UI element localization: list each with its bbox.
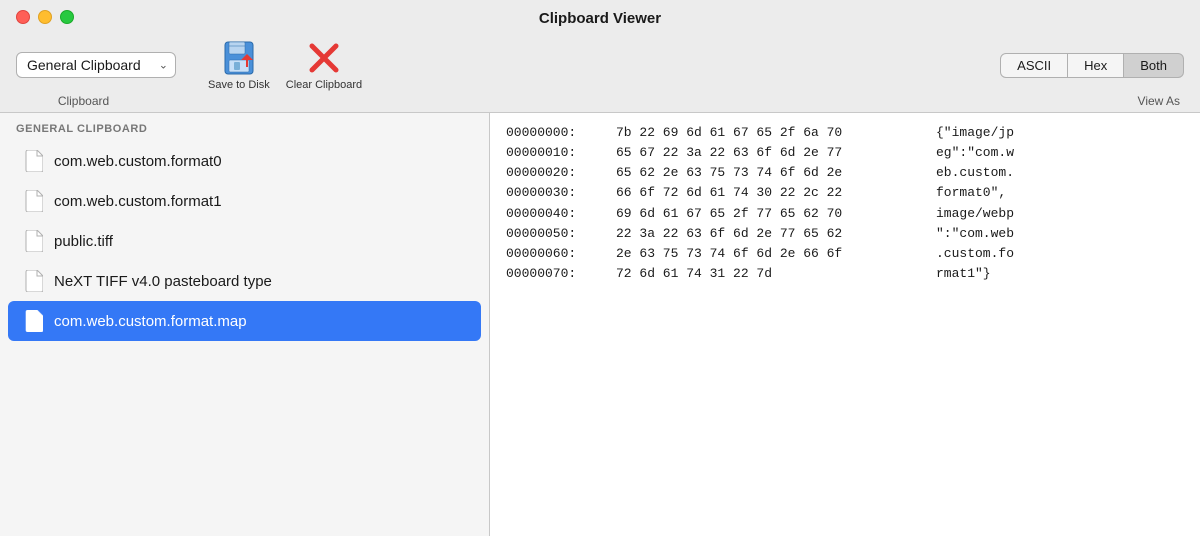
hex-addr-0: 00000000: — [506, 123, 616, 143]
hex-bytes-4: 69 6d 61 67 65 2f 77 65 62 70 — [616, 204, 936, 224]
sidebar-item-label-4: com.web.custom.format.map — [54, 313, 247, 330]
sidebar-item-label-2: public.tiff — [54, 233, 113, 250]
doc-svg-3 — [25, 270, 43, 292]
clipboard-section: General Clipboard Find Clipboard ⌄ — [16, 52, 176, 78]
hex-bytes-7: 72 6d 61 74 31 22 7d — [616, 264, 936, 284]
hex-row-4: 00000040: 69 6d 61 67 65 2f 77 65 62 70 … — [506, 204, 1184, 224]
save-to-disk-label: Save to Disk — [208, 79, 270, 91]
sidebar-item-0[interactable]: com.web.custom.format0 — [8, 141, 481, 181]
hex-bytes-2: 65 62 2e 63 75 73 74 6f 6d 2e — [616, 163, 936, 183]
clipboard-select[interactable]: General Clipboard Find Clipboard — [16, 52, 176, 78]
minimize-button[interactable] — [38, 10, 52, 24]
hex-bytes-5: 22 3a 22 63 6f 6d 2e 77 65 62 — [616, 224, 936, 244]
hex-row-0: 00000000: 7b 22 69 6d 61 67 65 2f 6a 70 … — [506, 123, 1184, 143]
hex-row-7: 00000070: 72 6d 61 74 31 22 7d rmat1"} — [506, 264, 1184, 284]
hex-ascii-4: image/webp — [936, 204, 1014, 224]
view-as-buttons: ASCII Hex Both — [1000, 53, 1184, 78]
hex-row-6: 00000060: 2e 63 75 73 74 6f 6d 2e 66 6f … — [506, 244, 1184, 264]
title-bar: Clipboard Viewer — [0, 0, 1200, 33]
save-disk-svg — [221, 40, 257, 76]
doc-svg-1 — [25, 190, 43, 212]
sidebar-item-3[interactable]: NeXT TIFF v4.0 pasteboard type — [8, 261, 481, 301]
hex-addr-1: 00000010: — [506, 143, 616, 163]
sidebar-item-label-3: NeXT TIFF v4.0 pasteboard type — [54, 273, 272, 290]
hex-bytes-1: 65 67 22 3a 22 63 6f 6d 2e 77 — [616, 143, 936, 163]
hex-addr-2: 00000020: — [506, 163, 616, 183]
sidebar-item-1[interactable]: com.web.custom.format1 — [8, 181, 481, 221]
hex-ascii-2: eb.custom. — [936, 163, 1014, 183]
view-as-hex-button[interactable]: Hex — [1068, 53, 1124, 78]
hex-ascii-5: ":"com.web — [936, 224, 1014, 244]
maximize-button[interactable] — [60, 10, 74, 24]
hex-ascii-1: eg":"com.w — [936, 143, 1014, 163]
clear-x-svg — [306, 40, 342, 76]
hex-row-3: 00000030: 66 6f 72 6d 61 74 30 22 2c 22 … — [506, 183, 1184, 203]
file-icon-2 — [24, 229, 44, 253]
sidebar-item-label-0: com.web.custom.format0 — [54, 153, 222, 170]
view-as-both-button[interactable]: Both — [1124, 53, 1184, 78]
save-to-disk-button[interactable]: Save to Disk — [200, 37, 278, 93]
traffic-lights[interactable] — [16, 10, 74, 24]
close-button[interactable] — [16, 10, 30, 24]
hex-ascii-6: .custom.fo — [936, 244, 1014, 264]
hex-view: 00000000: 7b 22 69 6d 61 67 65 2f 6a 70 … — [490, 113, 1200, 536]
doc-svg-2 — [25, 230, 43, 252]
main-content: GENERAL CLIPBOARD com.web.custom.format0… — [0, 113, 1200, 536]
view-as-ascii-button[interactable]: ASCII — [1000, 53, 1068, 78]
view-as-label: View As — [1138, 94, 1180, 108]
file-icon-4 — [24, 309, 44, 333]
file-icon-3 — [24, 269, 44, 293]
file-icon-1 — [24, 189, 44, 213]
clear-clipboard-label: Clear Clipboard — [286, 79, 362, 91]
hex-addr-3: 00000030: — [506, 183, 616, 203]
view-as-section: ASCII Hex Both — [1000, 53, 1184, 78]
hex-ascii-0: {"image/jp — [936, 123, 1014, 143]
sidebar-item-4[interactable]: com.web.custom.format.map — [8, 301, 481, 341]
clear-icon — [305, 39, 343, 77]
hex-bytes-3: 66 6f 72 6d 61 74 30 22 2c 22 — [616, 183, 936, 203]
sidebar-section-header: GENERAL CLIPBOARD — [0, 113, 489, 141]
doc-svg-0 — [25, 150, 43, 172]
hex-row-5: 00000050: 22 3a 22 63 6f 6d 2e 77 65 62 … — [506, 224, 1184, 244]
window-title: Clipboard Viewer — [539, 10, 661, 27]
hex-addr-6: 00000060: — [506, 244, 616, 264]
hex-ascii-7: rmat1"} — [936, 264, 991, 284]
file-icon-0 — [24, 149, 44, 173]
hex-ascii-3: format0", — [936, 183, 1006, 203]
clear-clipboard-button[interactable]: Clear Clipboard — [278, 37, 370, 93]
sidebar: GENERAL CLIPBOARD com.web.custom.format0… — [0, 113, 490, 536]
clipboard-sub-label: Clipboard — [16, 94, 151, 108]
hex-bytes-0: 7b 22 69 6d 61 67 65 2f 6a 70 — [616, 123, 936, 143]
sidebar-item-label-1: com.web.custom.format1 — [54, 193, 222, 210]
doc-svg-4 — [25, 310, 43, 332]
hex-row-1: 00000010: 65 67 22 3a 22 63 6f 6d 2e 77 … — [506, 143, 1184, 163]
save-icon — [220, 39, 258, 77]
hex-bytes-6: 2e 63 75 73 74 6f 6d 2e 66 6f — [616, 244, 936, 264]
hex-row-2: 00000020: 65 62 2e 63 75 73 74 6f 6d 2e … — [506, 163, 1184, 183]
clipboard-dropdown-wrapper: General Clipboard Find Clipboard ⌄ — [16, 52, 176, 78]
hex-rows-container: 00000000: 7b 22 69 6d 61 67 65 2f 6a 70 … — [506, 123, 1184, 284]
hex-addr-5: 00000050: — [506, 224, 616, 244]
hex-addr-7: 00000070: — [506, 264, 616, 284]
hex-addr-4: 00000040: — [506, 204, 616, 224]
sidebar-item-2[interactable]: public.tiff — [8, 221, 481, 261]
